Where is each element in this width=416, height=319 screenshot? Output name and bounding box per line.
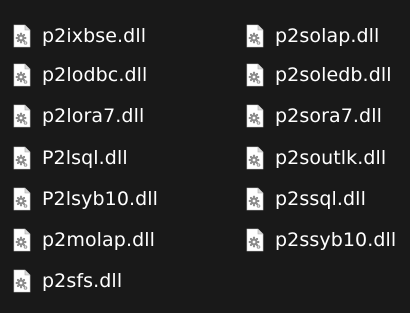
dll-file-icon — [246, 146, 264, 170]
dll-file-icon — [13, 146, 31, 170]
file-name: p2soledb.dll — [275, 64, 392, 86]
dll-file-icon — [13, 24, 31, 48]
dll-file-icon — [13, 63, 31, 87]
dll-file-icon — [246, 24, 264, 48]
dll-file-icon — [13, 269, 31, 293]
file-list-panel: p2ixbse.dll p2lodbc.dll p2lora7.dll P2ls… — [0, 0, 411, 313]
file-item-p2soutlk[interactable]: p2soutlk.dll — [245, 143, 386, 173]
file-name: p2soutlk.dll — [275, 147, 387, 169]
file-item-p2molap[interactable]: p2molap.dll — [12, 225, 155, 255]
file-grid: p2ixbse.dll p2lodbc.dll p2lora7.dll P2ls… — [0, 0, 410, 313]
file-item-p2sora7[interactable]: p2sora7.dll — [245, 101, 382, 131]
file-name: p2sfs.dll — [42, 270, 123, 292]
file-item-p2lsyb10[interactable]: P2lsyb10.dll — [12, 184, 158, 214]
file-item-p2lsql[interactable]: P2lsql.dll — [12, 143, 128, 173]
dll-file-icon — [246, 104, 264, 128]
file-name: p2ssql.dll — [275, 188, 366, 210]
file-item-p2ssyb10[interactable]: p2ssyb10.dll — [245, 225, 396, 255]
dll-file-icon — [13, 104, 31, 128]
file-name: p2ixbse.dll — [42, 25, 147, 47]
dll-file-icon — [246, 63, 264, 87]
file-name: p2lora7.dll — [42, 105, 145, 127]
file-name: P2lsql.dll — [42, 147, 128, 169]
file-item-p2ixbse[interactable]: p2ixbse.dll — [12, 21, 146, 51]
file-name: p2molap.dll — [42, 229, 156, 251]
file-name: p2solap.dll — [275, 25, 380, 47]
file-item-p2lora7[interactable]: p2lora7.dll — [12, 101, 144, 131]
file-name: p2lodbc.dll — [42, 64, 148, 86]
file-item-p2ssql[interactable]: p2ssql.dll — [245, 184, 366, 214]
dll-file-icon — [13, 228, 31, 252]
file-name: p2ssyb10.dll — [275, 229, 397, 251]
file-name: p2sora7.dll — [275, 105, 382, 127]
dll-file-icon — [246, 228, 264, 252]
file-item-p2lodbc[interactable]: p2lodbc.dll — [12, 60, 147, 90]
file-name: P2lsyb10.dll — [42, 188, 159, 210]
file-item-p2sfs[interactable]: p2sfs.dll — [12, 266, 122, 296]
file-item-p2solap[interactable]: p2solap.dll — [245, 21, 379, 51]
file-item-p2soledb[interactable]: p2soledb.dll — [245, 60, 392, 90]
dll-file-icon — [246, 187, 264, 211]
dll-file-icon — [13, 187, 31, 211]
